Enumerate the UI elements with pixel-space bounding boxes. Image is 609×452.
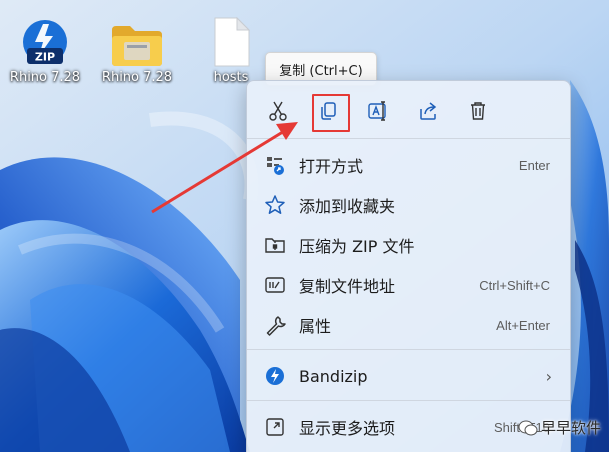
menu-item-label: 添加到收藏夹: [299, 197, 396, 216]
menu-item-add-to-favorites[interactable]: 添加到收藏夹: [253, 187, 564, 223]
desktop-icon-rhino-folder[interactable]: Rhino 7.28: [92, 6, 182, 85]
menu-separator: [247, 400, 570, 401]
menu-item-shortcut: Alt+Enter: [496, 317, 550, 333]
menu-item-label: 显示更多选项: [299, 419, 396, 438]
chevron-right-icon: ›: [545, 366, 552, 386]
desktop-icon-rhino-zip[interactable]: ZIP Rhino 7.28: [0, 6, 90, 85]
menu-item-properties[interactable]: 属性 Alt+Enter: [253, 307, 564, 343]
rename-icon: [368, 101, 386, 121]
bandizip-icon: [266, 367, 284, 385]
wrench-icon: [266, 316, 286, 336]
menu-item-shortcut: Enter: [518, 157, 550, 173]
more-options-icon: [266, 418, 284, 436]
desktop-icon-hosts[interactable]: hosts: [186, 6, 276, 85]
copy-path-icon: [265, 277, 285, 293]
menu-item-label: 压缩为 ZIP 文件: [299, 237, 415, 256]
tooltip-text: 复制 (Ctrl+C): [279, 63, 363, 79]
menu-item-open-with[interactable]: 打开方式 Enter: [253, 147, 564, 183]
watermark: 早早软件: [518, 417, 601, 438]
desktop-icon-label: Rhino 7.28: [9, 70, 81, 85]
watermark-text: 早早软件: [540, 419, 601, 437]
menu-item-label: 打开方式: [299, 157, 364, 176]
menu-item-compress-zip[interactable]: 压缩为 ZIP 文件: [253, 227, 564, 263]
menu-item-shortcut: Ctrl+Shift+C: [479, 277, 550, 293]
star-icon: [265, 195, 285, 214]
trash-icon: [471, 102, 485, 120]
menu-item-label: 属性: [299, 317, 332, 336]
delete-button[interactable]: [453, 91, 503, 131]
context-menu: 打开方式 Enter 添加到收藏夹 压缩为 ZIP 文件 复制文件地址 Ctrl…: [246, 80, 571, 452]
copy-icon: [321, 102, 336, 120]
share-button[interactable]: [403, 91, 453, 131]
zip-badge-text: ZIP: [35, 51, 55, 64]
menu-separator: [247, 138, 570, 139]
file-icon: [214, 16, 251, 67]
desktop-icon-label: Rhino 7.28: [101, 70, 173, 85]
wechat-icon: [518, 420, 538, 435]
cut-button[interactable]: [253, 91, 303, 131]
menu-item-label: 复制文件地址: [299, 277, 396, 296]
menu-item-label: Bandizip: [299, 366, 368, 386]
menu-item-bandizip[interactable]: Bandizip ›: [253, 358, 564, 394]
quick-actions-bar: [253, 91, 503, 132]
rename-button[interactable]: [353, 91, 403, 131]
zip-archive-icon: ZIP: [23, 20, 67, 64]
open-with-icon: [267, 157, 284, 175]
folder-icon: [112, 26, 162, 66]
menu-item-copy-path[interactable]: 复制文件地址 Ctrl+Shift+C: [253, 267, 564, 303]
menu-separator: [247, 349, 570, 350]
copy-button[interactable]: [303, 91, 353, 132]
scissors-icon: [269, 101, 287, 121]
share-icon: [420, 102, 437, 120]
zip-folder-icon: [265, 238, 285, 253]
